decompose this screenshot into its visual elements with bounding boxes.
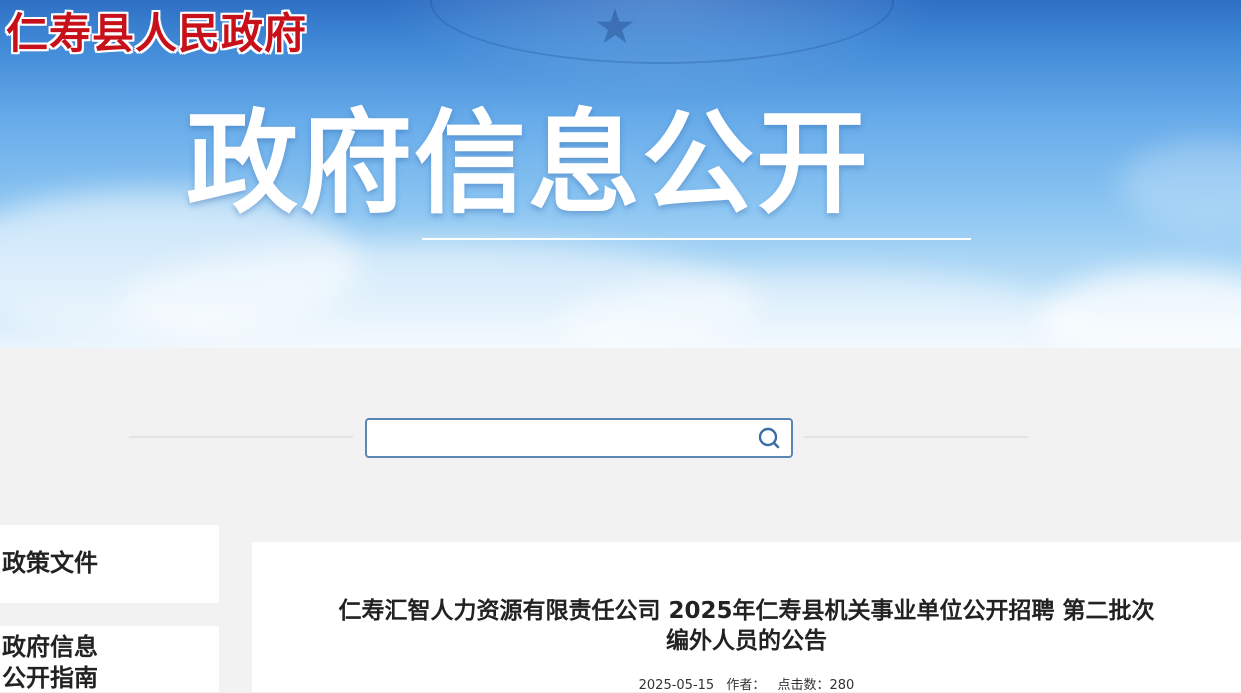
sidebar-item-policy-documents[interactable]: 政策文件	[0, 525, 219, 603]
sidebar-item-label: 政策文件	[2, 549, 98, 577]
sidebar-item-label-line1: 政府信息	[2, 633, 98, 661]
header-banner: ★ 仁寿县人民政府 政府信息公开	[0, 0, 1241, 348]
search-input[interactable]	[373, 424, 747, 454]
cloud-decoration	[1120, 140, 1241, 230]
article-title-line2: 编外人员的公告	[666, 628, 827, 654]
search-divider-left	[129, 436, 353, 438]
site-title[interactable]: 仁寿县人民政府	[6, 0, 307, 61]
cloud-decoration	[1040, 270, 1241, 348]
search-icon	[758, 427, 780, 449]
article-title-line1: 仁寿汇智人力资源有限责任公司 2025年仁寿县机关事业单位公开招聘 第二批次	[338, 598, 1155, 624]
sidebar-item-disclosure-guide[interactable]: 政府信息 公开指南	[0, 626, 219, 692]
search-bar	[365, 418, 793, 458]
author-label: 作者：	[726, 678, 766, 693]
search-divider-right	[804, 436, 1028, 438]
article-meta: 2025-05-15 作者： 点击数：280	[252, 674, 1241, 693]
search-button[interactable]	[747, 420, 791, 456]
banner-heading: 政府信息公开	[186, 99, 870, 229]
views-label: 点击数：	[777, 678, 830, 693]
star-icon: ★	[593, 0, 637, 55]
article-panel: 仁寿汇智人力资源有限责任公司 2025年仁寿县机关事业单位公开招聘 第二批次 编…	[252, 542, 1241, 693]
banner-divider	[422, 238, 971, 240]
article-author: 作者：	[726, 678, 765, 693]
views-value: 280	[829, 678, 855, 693]
article-date: 2025-05-15	[638, 678, 715, 693]
sidebar-item-label-line2: 公开指南	[2, 664, 98, 692]
article-views: 点击数：280	[778, 678, 855, 693]
article-title: 仁寿汇智人力资源有限责任公司 2025年仁寿县机关事业单位公开招聘 第二批次 编…	[252, 596, 1241, 656]
